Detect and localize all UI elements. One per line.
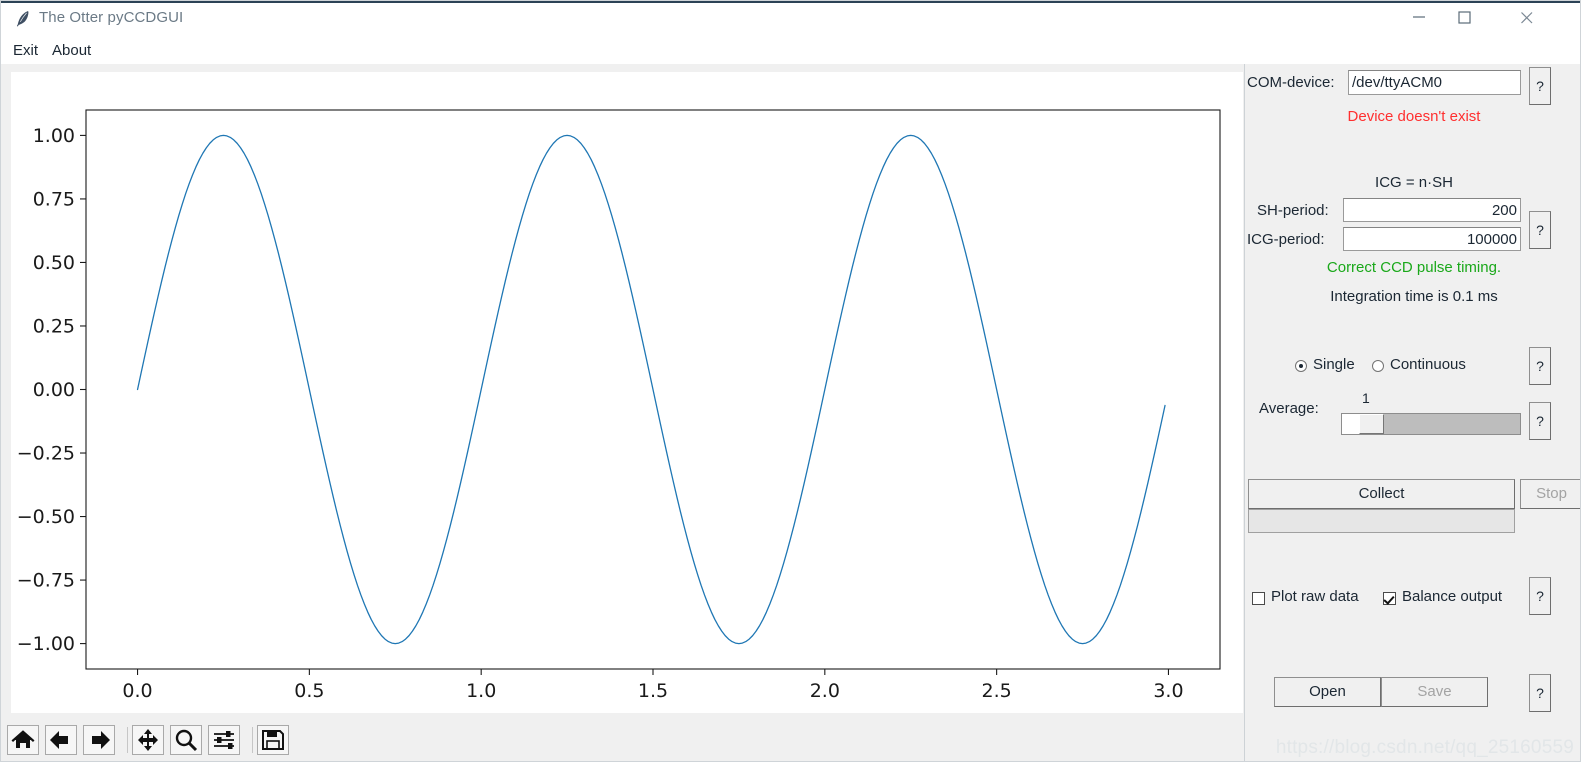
icg-period-input[interactable] (1343, 227, 1521, 251)
menu-item-exit[interactable]: Exit (9, 40, 42, 61)
forward-arrow-icon (92, 731, 110, 749)
maximize-icon (1458, 11, 1471, 24)
balance-output-label: Balance output (1402, 588, 1503, 605)
menu-item-about[interactable]: About (48, 40, 95, 61)
toolbar-separator (127, 727, 128, 753)
average-slider-handle[interactable] (1359, 414, 1384, 434)
svg-text:0.00: 0.00 (33, 379, 75, 401)
svg-text:0.25: 0.25 (33, 315, 75, 337)
device-status-message: Device doesn't exist (1347, 108, 1481, 125)
close-icon (1521, 12, 1533, 24)
svg-text:0.50: 0.50 (33, 252, 75, 274)
options-help-button[interactable]: ? (1529, 577, 1551, 615)
back-button[interactable] (45, 725, 77, 755)
back-arrow-icon (50, 731, 68, 749)
pan-move-icon (138, 729, 158, 751)
sh-period-label: SH-period: (1257, 202, 1329, 219)
average-value-label: 1 (1362, 390, 1370, 406)
window-close-button[interactable] (1506, 1, 1552, 34)
checkbox-balance-output (1383, 592, 1396, 605)
configure-subplots-button[interactable] (208, 725, 240, 755)
svg-text:2.0: 2.0 (810, 680, 840, 702)
pan-button[interactable] (132, 725, 164, 755)
svg-text:1.00: 1.00 (33, 125, 75, 147)
svg-text:2.5: 2.5 (982, 680, 1012, 702)
open-button[interactable]: Open (1274, 677, 1381, 707)
file-help-button[interactable]: ? (1529, 674, 1551, 712)
matplotlib-figure-canvas[interactable]: 1.00 0.75 0.50 0.25 0.00 −0.25 −0.50 −0.75 −1.00… (11, 72, 1243, 713)
save-floppy-icon (262, 730, 284, 750)
toolbar-separator-2 (252, 727, 253, 753)
timing-help-button[interactable]: ? (1529, 211, 1551, 249)
radio-dot-continuous (1372, 360, 1384, 372)
checkbox-plot-raw (1252, 592, 1265, 605)
average-help-button[interactable]: ? (1529, 402, 1551, 440)
titlebar-accent-line (1, 1, 1580, 3)
radio-dot-single (1295, 360, 1307, 372)
home-icon (11, 730, 35, 748)
svg-text:−1.00: −1.00 (17, 633, 75, 655)
collect-button[interactable]: Collect (1248, 479, 1515, 509)
stop-button: Stop (1520, 479, 1580, 509)
window-minimize-button[interactable] (1398, 1, 1444, 34)
matplotlib-navigation-toolbar (1, 716, 1241, 761)
com-device-label: COM-device: (1247, 74, 1335, 91)
com-device-input[interactable] (1348, 70, 1521, 95)
window-maximize-button[interactable] (1444, 1, 1490, 34)
menu-bar: Exit About (1, 36, 1580, 64)
zoom-button[interactable] (170, 725, 202, 755)
application-window: The Otter pyCCDGUI Exit About 1.00 0.75 … (0, 0, 1581, 762)
control-panel: COM-device: ? Device doesn't exist ICG =… (1244, 64, 1580, 761)
svg-text:0.0: 0.0 (122, 680, 152, 702)
save-button: Save (1381, 677, 1488, 707)
collect-progress-bar (1248, 509, 1515, 533)
svg-text:1.5: 1.5 (638, 680, 668, 702)
minimize-icon (1413, 16, 1425, 18)
forward-button[interactable] (83, 725, 115, 755)
configure-subplots-icon (214, 731, 234, 749)
average-slider-track[interactable] (1341, 413, 1521, 435)
sine-wave-plot: 1.00 0.75 0.50 0.25 0.00 −0.25 −0.50 −0.75 −1.00… (11, 72, 1243, 713)
window-title: The Otter pyCCDGUI (39, 9, 184, 26)
home-button[interactable] (7, 725, 39, 755)
feather-icon (16, 11, 29, 27)
mode-continuous-label: Continuous (1390, 356, 1466, 373)
average-label: Average: (1259, 400, 1319, 417)
icg-formula-label: ICG = n·SH (1375, 174, 1453, 191)
zoom-magnifier-icon (175, 729, 198, 752)
mode-single-label: Single (1313, 356, 1355, 373)
svg-text:−0.75: −0.75 (17, 570, 75, 592)
sh-period-input[interactable] (1343, 198, 1521, 222)
main-content: 1.00 0.75 0.50 0.25 0.00 −0.25 −0.50 −0.75 −1.00… (1, 64, 1580, 761)
save-figure-button[interactable] (257, 725, 289, 755)
timing-status-message: Correct CCD pulse timing. (1326, 259, 1502, 276)
integration-time-message: Integration time is 0.1 ms (1330, 288, 1498, 305)
plot-raw-data-label: Plot raw data (1271, 588, 1359, 605)
title-bar: The Otter pyCCDGUI (1, 1, 1580, 37)
mode-help-button[interactable]: ? (1529, 347, 1551, 385)
svg-text:1.0: 1.0 (466, 680, 496, 702)
icg-period-label: ICG-period: (1247, 231, 1325, 248)
svg-text:0.75: 0.75 (33, 188, 75, 210)
svg-text:−0.25: −0.25 (17, 443, 75, 465)
svg-text:3.0: 3.0 (1153, 680, 1183, 702)
com-device-help-button[interactable]: ? (1529, 67, 1551, 105)
svg-text:−0.50: −0.50 (17, 506, 75, 528)
watermark-text: https://blog.csdn.net/qq_25160559 (1275, 737, 1574, 758)
svg-text:0.5: 0.5 (294, 680, 324, 702)
